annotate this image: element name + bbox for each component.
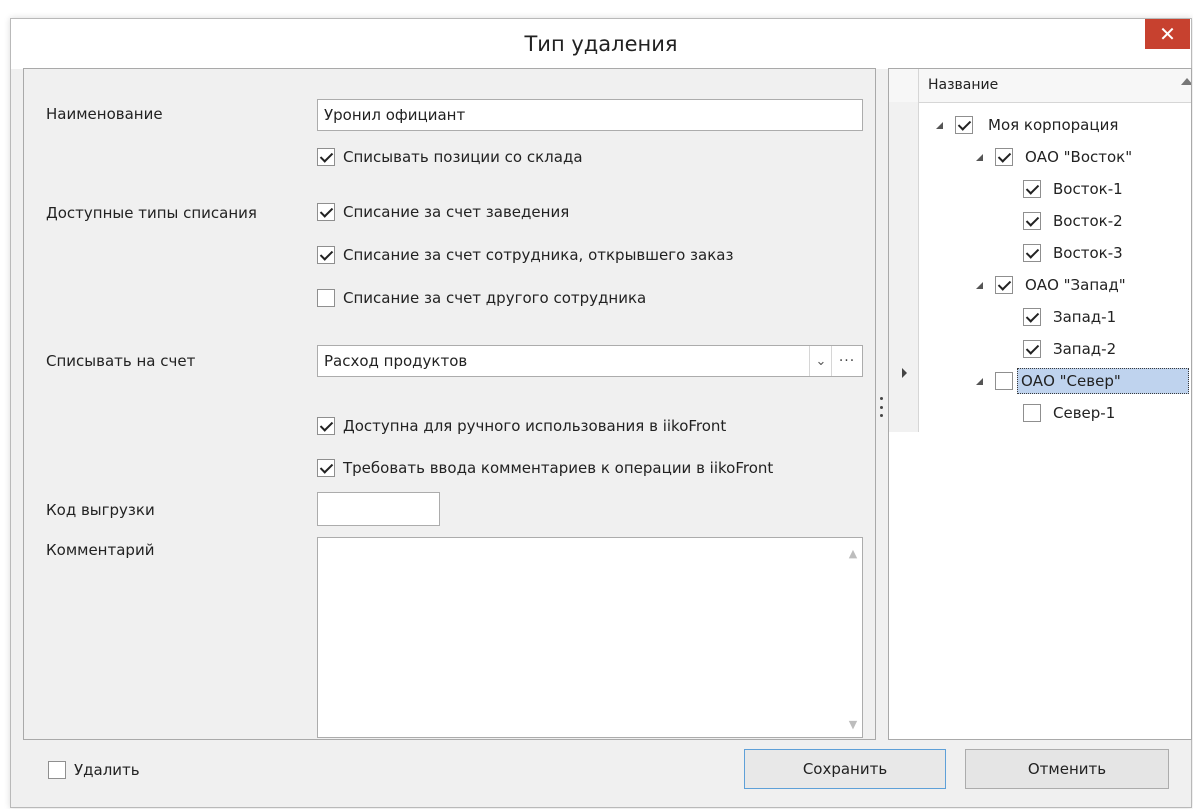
type-order-employee-label: Списание за счет сотрудника, открывшего …: [343, 246, 734, 264]
tree-header: Название: [889, 69, 1191, 103]
close-button[interactable]: ✕: [1145, 19, 1190, 49]
tree-node-label: Запад-2: [1053, 340, 1117, 358]
account-select[interactable]: Расход продуктов ⌄ ···: [317, 345, 863, 377]
organization-tree-panel: Название Моя корпорация ОАО "Восток" Вос…: [888, 68, 1192, 740]
tree-checkbox[interactable]: [995, 148, 1013, 166]
cancel-button[interactable]: Отменить: [965, 749, 1169, 789]
tree-node-vostok-2[interactable]: Восток-2: [919, 205, 1191, 237]
column-header-name[interactable]: Название: [928, 69, 998, 102]
write-off-types-label: Доступные типы списания: [46, 204, 257, 222]
window-title: Тип удаления: [524, 32, 678, 56]
save-button[interactable]: Сохранить: [744, 749, 946, 789]
chevron-down-icon[interactable]: ⌄: [809, 346, 832, 376]
delete-label: Удалить: [74, 761, 140, 779]
current-row-icon: [902, 368, 907, 378]
expand-icon[interactable]: [976, 154, 983, 161]
write-off-stock-checkbox[interactable]: [317, 148, 335, 166]
name-input[interactable]: Уронил официант: [317, 99, 863, 131]
title-bar: Тип удаления ✕: [11, 19, 1191, 69]
tree-node-vostok-1[interactable]: Восток-1: [919, 173, 1191, 205]
tree-node-label: Север-1: [1053, 404, 1116, 422]
export-code-input[interactable]: [317, 492, 440, 526]
name-label: Наименование: [46, 105, 163, 123]
row-indicator-column: [889, 102, 919, 432]
type-option-other-employee[interactable]: Списание за счет другого сотрудника: [317, 289, 646, 307]
type-establishment-label: Списание за счет заведения: [343, 203, 570, 221]
sort-ascending-icon: [1181, 78, 1191, 85]
tree-checkbox[interactable]: [1023, 212, 1041, 230]
tree-node-label: Запад-1: [1053, 308, 1117, 326]
delete-checkbox[interactable]: [48, 761, 66, 779]
tree-checkbox[interactable]: [1023, 244, 1041, 262]
account-value: Расход продуктов: [324, 352, 468, 370]
account-label: Списывать на счет: [46, 352, 196, 370]
tree-checkbox[interactable]: [1023, 308, 1041, 326]
tree-checkbox[interactable]: [1023, 404, 1041, 422]
tree-node-label: Восток-3: [1053, 244, 1123, 262]
comment-scrollbar[interactable]: ▲ ▼: [844, 538, 862, 737]
tree-checkbox[interactable]: [1023, 180, 1041, 198]
tree-node-sever[interactable]: ОАО "Север": [919, 365, 1191, 397]
require-comment-checkbox[interactable]: [317, 459, 335, 477]
tree-node-label: ОАО "Восток": [1025, 148, 1133, 166]
tree-node-label: ОАО "Север": [1017, 368, 1189, 394]
tree-checkbox[interactable]: [995, 276, 1013, 294]
export-code-label: Код выгрузки: [46, 501, 155, 519]
tree-node-zapad[interactable]: ОАО "Запад": [919, 269, 1191, 301]
more-icon[interactable]: ···: [831, 346, 862, 376]
tree-node-vostok-3[interactable]: Восток-3: [919, 237, 1191, 269]
tree-node-corporation[interactable]: Моя корпорация: [919, 109, 1191, 141]
type-establishment-checkbox[interactable]: [317, 203, 335, 221]
expand-icon[interactable]: [976, 378, 983, 385]
scroll-down-icon[interactable]: ▼: [844, 715, 862, 733]
write-off-stock-option[interactable]: Списывать позиции со склада: [317, 148, 583, 166]
type-option-establishment[interactable]: Списание за счет заведения: [317, 203, 569, 221]
require-comment-option[interactable]: Требовать ввода комментариев к операции …: [317, 459, 773, 477]
type-order-employee-checkbox[interactable]: [317, 246, 335, 264]
comment-label: Комментарий: [46, 541, 155, 559]
tree-node-label: Моя корпорация: [988, 116, 1119, 134]
comment-textarea[interactable]: ▲ ▼: [317, 537, 863, 738]
tree-checkbox[interactable]: [995, 372, 1013, 390]
tree-node-sever-1[interactable]: Север-1: [919, 397, 1191, 429]
manual-use-option[interactable]: Доступна для ручного использования в iik…: [317, 417, 726, 435]
close-icon: ✕: [1159, 22, 1176, 46]
type-option-order-employee[interactable]: Списание за счет сотрудника, открывшего …: [317, 246, 733, 264]
manual-use-checkbox[interactable]: [317, 417, 335, 435]
expand-icon[interactable]: [936, 122, 943, 129]
tree-node-vostok[interactable]: ОАО "Восток": [919, 141, 1191, 173]
dialog-window: Тип удаления ✕ Наименование Уронил офици…: [10, 18, 1192, 808]
type-other-employee-checkbox[interactable]: [317, 289, 335, 307]
tree-node-label: Восток-2: [1053, 212, 1123, 230]
panel-splitter-handle[interactable]: [876, 391, 886, 423]
tree-checkbox[interactable]: [955, 116, 973, 134]
delete-option[interactable]: Удалить: [48, 761, 140, 779]
tree-node-zapad-1[interactable]: Запад-1: [919, 301, 1191, 333]
scroll-up-icon[interactable]: ▲: [844, 544, 862, 562]
tree-node-label: ОАО "Запад": [1025, 276, 1126, 294]
tree-checkbox[interactable]: [1023, 340, 1041, 358]
properties-panel: Наименование Уронил официант Списывать п…: [23, 68, 876, 740]
write-off-stock-label: Списывать позиции со склада: [343, 148, 583, 166]
type-other-employee-label: Списание за счет другого сотрудника: [343, 289, 647, 307]
manual-use-label: Доступна для ручного использования в iik…: [343, 417, 727, 435]
require-comment-label: Требовать ввода комментариев к операции …: [343, 459, 774, 477]
tree-node-zapad-2[interactable]: Запад-2: [919, 333, 1191, 365]
expand-icon[interactable]: [976, 282, 983, 289]
tree-node-label: Восток-1: [1053, 180, 1123, 198]
